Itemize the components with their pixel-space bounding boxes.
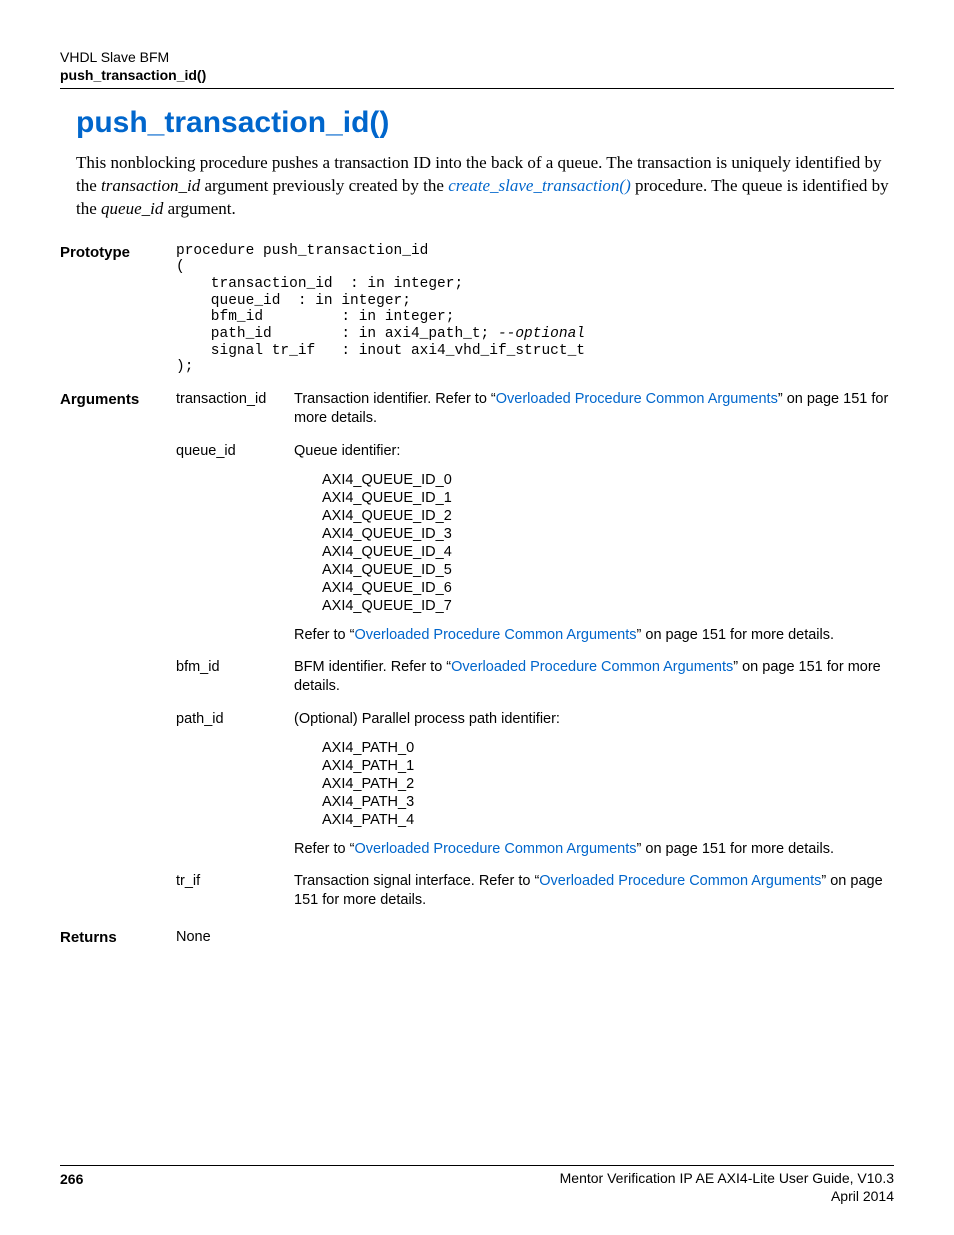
intro-text: argument previously created by the [200, 176, 448, 195]
overloaded-args-link[interactable]: Overloaded Procedure Common Arguments [354, 627, 636, 643]
intro-arg1: transaction_id [101, 176, 200, 195]
overloaded-args-link[interactable]: Overloaded Procedure Common Arguments [539, 873, 821, 889]
arg-name-tr-if: tr_if [176, 872, 294, 892]
arg-row-queue-id: queue_id Queue identifier: AXI4_QUEUE_ID… [60, 442, 894, 655]
arg-row-tr-if: tr_if Transaction signal interface. Refe… [60, 872, 894, 920]
arg-name-queue-id: queue_id [176, 442, 294, 462]
intro-paragraph: This nonblocking procedure pushes a tran… [76, 152, 894, 221]
prototype-row: Prototype procedure push_transaction_id … [60, 243, 894, 376]
page-header: VHDL Slave BFM push_transaction_id() [60, 48, 894, 84]
footer-date: April 2014 [560, 1188, 894, 1206]
prototype-code: procedure push_transaction_id ( transact… [176, 243, 894, 376]
arg-desc-transaction-id: Transaction identifier. Refer to “Overlo… [294, 390, 894, 438]
arg-row-bfm-id: bfm_id BFM identifier. Refer to “Overloa… [60, 658, 894, 706]
header-subsection: push_transaction_id() [60, 66, 894, 84]
arguments-row: Arguments transaction_id Transaction ide… [60, 390, 894, 438]
footer-guide: Mentor Verification IP AE AXI4-Lite User… [560, 1170, 894, 1188]
arg-desc-tr-if: Transaction signal interface. Refer to “… [294, 872, 894, 920]
arg-desc-bfm-id: BFM identifier. Refer to “Overloaded Pro… [294, 658, 894, 706]
header-section: VHDL Slave BFM [60, 48, 894, 66]
returns-row: Returns None [60, 928, 894, 948]
overloaded-args-link[interactable]: Overloaded Procedure Common Arguments [451, 659, 733, 675]
returns-label: Returns [60, 928, 176, 948]
returns-value: None [176, 928, 294, 948]
queue-id-enum: AXI4_QUEUE_ID_0 AXI4_QUEUE_ID_1 AXI4_QUE… [322, 471, 894, 616]
arg-name-bfm-id: bfm_id [176, 658, 294, 678]
overloaded-args-link[interactable]: Overloaded Procedure Common Arguments [496, 391, 778, 407]
header-rule [60, 88, 894, 89]
arg-row-path-id: path_id (Optional) Parallel process path… [60, 710, 894, 868]
arg-name-path-id: path_id [176, 710, 294, 730]
arg-desc-path-id: (Optional) Parallel process path identif… [294, 710, 894, 868]
arg-desc-queue-id: Queue identifier: AXI4_QUEUE_ID_0 AXI4_Q… [294, 442, 894, 655]
page-footer: 266 Mentor Verification IP AE AXI4-Lite … [60, 1158, 894, 1205]
page-number: 266 [60, 1170, 83, 1205]
overloaded-args-link[interactable]: Overloaded Procedure Common Arguments [354, 841, 636, 857]
page-title: push_transaction_id() [76, 103, 894, 144]
path-id-enum: AXI4_PATH_0 AXI4_PATH_1 AXI4_PATH_2 AXI4… [322, 739, 894, 830]
arguments-label: Arguments [60, 390, 176, 410]
intro-arg2: queue_id [101, 199, 163, 218]
create-slave-transaction-link[interactable]: create_slave_transaction() [448, 176, 631, 195]
arg-name-transaction-id: transaction_id [176, 390, 294, 410]
intro-text: argument. [163, 199, 235, 218]
prototype-label: Prototype [60, 243, 176, 263]
